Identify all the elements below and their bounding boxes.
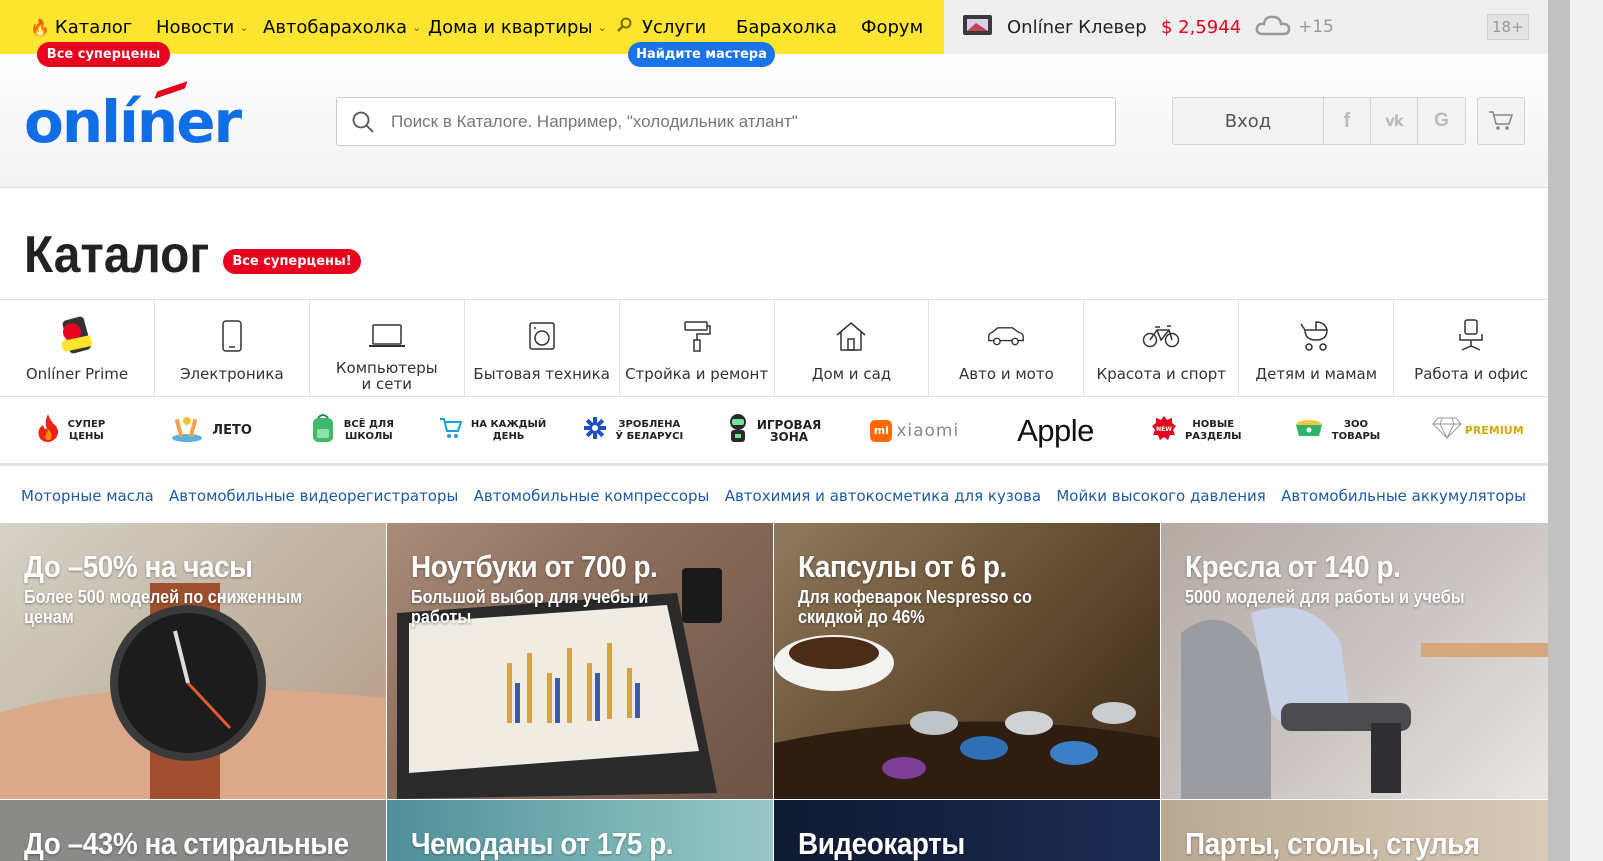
category-office[interactable]: Работа и офис [1394, 300, 1548, 396]
diamond-icon [1432, 417, 1462, 445]
scrollbar-thumb[interactable] [1548, 0, 1570, 861]
category-computers[interactable]: Компьютеры и сети [310, 300, 465, 396]
quick-link[interactable]: Автомобильные видеорегистраторы [169, 487, 458, 505]
chevron-down-icon: ⌄ [412, 20, 422, 34]
laptop-icon [367, 318, 407, 354]
top-navigation-bar: 🔥 Каталог Новости ⌄ Автобарахолка ⌄ Дома и… [0, 0, 1548, 54]
google-login-button[interactable]: G [1418, 98, 1465, 144]
magnifier-icon [616, 17, 632, 38]
promo-tiles: До –50% на часы Более 500 моделей по сни… [0, 523, 1548, 861]
category-prime[interactable]: Onlíner Prime [0, 300, 155, 396]
promo-supercene[interactable]: СУПЕР ЦЕНЫ [0, 397, 141, 465]
tile-laptops[interactable]: Ноутбуки от 700 р. Большой выбор для уче… [387, 523, 773, 799]
login-button[interactable]: Вход [1173, 98, 1324, 144]
topnav-news[interactable]: Новости ⌄ [156, 0, 248, 54]
facebook-login-button[interactable]: f [1324, 98, 1371, 144]
gamer-icon [727, 413, 749, 449]
search-input[interactable] [391, 98, 1091, 145]
quick-link[interactable]: Автомобильные компрессоры [474, 487, 710, 505]
page: 🔥 Каталог Новости ⌄ Автобарахолка ⌄ Дома и… [0, 0, 1548, 861]
promo-gaming[interactable]: ИГРОВАЯ ЗОНА [704, 397, 845, 465]
clever-link[interactable]: Onlíner Клевер [962, 0, 1147, 54]
promo-new-sections[interactable]: NEW НОВЫЕ РАЗДЕЛЫ [1126, 397, 1267, 465]
bicycle-icon [1141, 318, 1181, 354]
pet-bowl-icon [1294, 416, 1324, 446]
vk-login-button[interactable]: vk [1371, 98, 1418, 144]
topnav-auto[interactable]: Автобарахолка ⌄ [263, 0, 421, 54]
promo-xiaomi[interactable]: mi xiaomi [844, 397, 985, 465]
chevron-down-icon: ⌄ [597, 20, 607, 34]
cart-button[interactable] [1477, 97, 1525, 145]
tile-capsules[interactable]: Капсулы от 6 р. Для кофеварок Nespresso … [774, 523, 1160, 799]
promo-made-in-belarus[interactable]: ЗРОБЛЕНА Ў БЕЛАРУСІ [563, 397, 704, 465]
tile-chairs[interactable]: Кресла от 140 р. 5000 моделей для работы… [1161, 523, 1548, 799]
house-icon [831, 318, 871, 354]
promo-everyday[interactable]: НА КАЖДЫЙ ДЕНЬ [422, 397, 563, 465]
category-home-garden[interactable]: Дом и сад [775, 300, 930, 396]
category-construction[interactable]: Стройка и ремонт [620, 300, 775, 396]
paint-roller-icon [677, 318, 717, 354]
supercene-all-badge[interactable]: Все суперцены! [223, 249, 361, 274]
washing-machine-icon [522, 318, 562, 354]
search-box[interactable] [336, 97, 1116, 146]
google-icon: G [1434, 110, 1449, 131]
tile-desks[interactable]: Парты, столы, стулья [1161, 800, 1548, 861]
category-appliances[interactable]: Бытовая техника [465, 300, 620, 396]
login-group: Вход f vk G [1172, 97, 1466, 145]
find-master-badge[interactable]: Найдите мастера [628, 42, 775, 67]
fire-icon: 🔥 [30, 17, 50, 37]
promo-apple[interactable]: Apple [985, 397, 1126, 465]
topnav-realty[interactable]: Дома и квартиры ⌄ [428, 0, 607, 54]
svg-text:NEW: NEW [1156, 426, 1172, 433]
shopping-cart-icon [439, 416, 463, 446]
new-badge-icon: NEW [1151, 415, 1177, 447]
search-icon [352, 111, 374, 133]
facebook-icon: f [1343, 109, 1351, 132]
smartphone-icon [212, 318, 252, 354]
quick-link[interactable]: Автомобильные аккумуляторы [1281, 487, 1526, 505]
category-kids[interactable]: Детям и мамам [1239, 300, 1395, 396]
category-beauty-sport[interactable]: Красота и спорт [1084, 300, 1240, 396]
chevron-down-icon: ⌄ [239, 20, 249, 34]
tile-gpus[interactable]: Видеокарты [774, 800, 1160, 861]
promo-school[interactable]: ВСЁ ДЛЯ ШКОЛЫ [281, 397, 422, 465]
cart-icon [1489, 111, 1514, 130]
stroller-icon [1296, 318, 1336, 354]
category-bar: Onlíner Prime Электроника Компьютеры и с… [0, 299, 1548, 397]
category-auto[interactable]: Авто и мото [929, 300, 1085, 396]
promo-summer[interactable]: ЛЕТО [141, 397, 282, 465]
tile-washers[interactable]: До –43% на стиральные [0, 800, 386, 861]
page-title: Каталог [24, 226, 210, 284]
clever-card-icon [962, 14, 993, 41]
car-icon [986, 318, 1026, 354]
scrollbar[interactable] [1548, 0, 1603, 861]
vk-icon: vk [1385, 112, 1404, 130]
cloud-icon [1254, 12, 1292, 43]
quick-links: Моторные масла Автомобильные видеорегист… [0, 470, 1548, 522]
quick-link[interactable]: Моторные масла [21, 487, 154, 505]
office-chair-icon [1451, 318, 1491, 354]
supercene-badge[interactable]: Все суперцены [37, 42, 170, 67]
promo-pets[interactable]: ЗОО ТОВАРЫ [1267, 397, 1408, 465]
prime-icon [57, 316, 97, 354]
xiaomi-logo: mi [870, 419, 893, 442]
quick-link[interactable]: Мойки высокого давления [1056, 487, 1265, 505]
currency-rate[interactable]: $ 2,5944 [1161, 0, 1241, 54]
fire-icon [36, 413, 60, 449]
site-header: onlíner Вход f vk G [0, 54, 1548, 188]
tile-watches[interactable]: До –50% на часы Более 500 моделей по сни… [0, 523, 386, 799]
age-badge: 18+ [1487, 0, 1529, 54]
tile-suitcases[interactable]: Чемоданы от 175 р. [387, 800, 773, 861]
backpack-icon [310, 413, 336, 449]
apple-logo: Apple [1017, 412, 1094, 448]
ornament-icon [583, 416, 607, 446]
category-electronics[interactable]: Электроника [155, 300, 310, 396]
summer-icon [170, 413, 204, 449]
topnav-forum[interactable]: Форум [861, 0, 923, 54]
weather-widget[interactable]: +15 [1254, 0, 1334, 54]
quick-link[interactable]: Автохимия и автокосметика для кузова [725, 487, 1041, 505]
promo-premium[interactable]: PREMIUM [1407, 397, 1548, 465]
promo-strip: СУПЕР ЦЕНЫ ЛЕТО ВСЁ ДЛЯ ШКОЛЫ НА КАЖДЫЙ … [0, 398, 1548, 466]
onliner-logo[interactable]: onlíner [24, 81, 242, 156]
